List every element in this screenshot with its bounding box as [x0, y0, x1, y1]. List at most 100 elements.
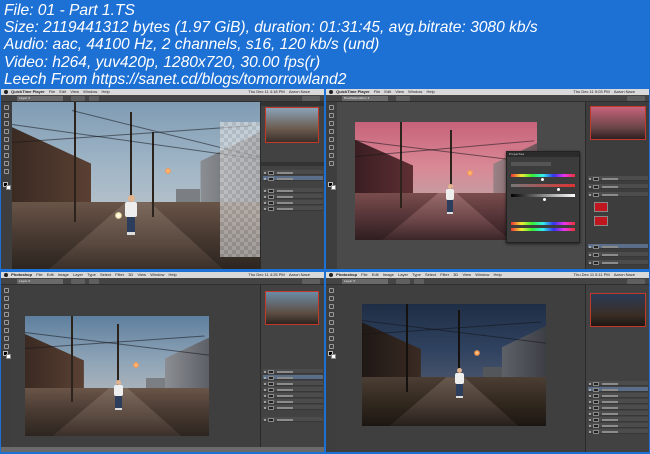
navigator-thumbnail[interactable]: [265, 107, 319, 143]
menu-layer[interactable]: Layer: [398, 272, 408, 277]
document-tab[interactable]: Layer 0: [17, 96, 63, 101]
layer-row[interactable]: [263, 206, 323, 211]
layer-row[interactable]: [588, 399, 648, 404]
menu-3d[interactable]: 3D: [453, 272, 458, 277]
gradient-tool-icon[interactable]: [329, 336, 334, 341]
eye-icon[interactable]: [264, 382, 266, 385]
document-tab[interactable]: Layer 0: [17, 279, 63, 284]
lasso-tool-icon[interactable]: [329, 304, 334, 309]
menu-help[interactable]: Help: [494, 272, 502, 277]
navigator-thumbnail[interactable]: [590, 293, 646, 327]
layer-row[interactable]: [263, 200, 323, 205]
menu-image[interactable]: Image: [383, 272, 394, 277]
options-button[interactable]: [396, 96, 410, 101]
layer-row[interactable]: [588, 192, 648, 197]
eye-icon[interactable]: [264, 171, 266, 174]
navigator-thumbnail[interactable]: [590, 106, 646, 140]
menu-window[interactable]: Window: [83, 89, 97, 94]
gradient-tool-icon[interactable]: [4, 336, 9, 341]
menu-type[interactable]: Type: [412, 272, 421, 277]
layer-row[interactable]: [263, 375, 323, 380]
layer-row[interactable]: [263, 176, 323, 181]
workspace-button[interactable]: [627, 96, 645, 101]
options-button[interactable]: [414, 279, 424, 284]
layer-row[interactable]: [263, 381, 323, 386]
layer-row[interactable]: [588, 381, 648, 386]
layer-row[interactable]: [263, 194, 323, 199]
menu-view[interactable]: View: [137, 272, 146, 277]
menu-type[interactable]: Type: [87, 272, 96, 277]
layer-row[interactable]: [588, 252, 648, 257]
options-button[interactable]: [89, 96, 99, 101]
eye-icon[interactable]: [589, 418, 591, 421]
navigator-panel-title[interactable]: [261, 102, 324, 106]
layer-row[interactable]: [588, 411, 648, 416]
lightness-slider-handle[interactable]: [543, 198, 546, 201]
app-name[interactable]: QuickTime Player: [11, 89, 45, 94]
layer-row[interactable]: [588, 184, 648, 189]
properties-dialog[interactable]: Properties: [506, 151, 580, 243]
eye-icon[interactable]: [589, 382, 591, 385]
saturation-slider-handle[interactable]: [557, 188, 560, 191]
crop-tool-icon[interactable]: [329, 312, 334, 317]
menu-layer[interactable]: Layer: [73, 272, 83, 277]
move-tool-icon[interactable]: [4, 105, 9, 110]
photo-canvas[interactable]: [25, 316, 209, 436]
eye-icon[interactable]: [264, 370, 266, 373]
marquee-tool-icon[interactable]: [329, 113, 334, 118]
app-name[interactable]: Photoshop: [11, 272, 32, 277]
apple-icon[interactable]: [329, 89, 333, 94]
layer-row[interactable]: [263, 417, 323, 422]
layer-row[interactable]: [588, 387, 648, 392]
color-fill-swatch[interactable]: [594, 202, 608, 212]
layer-row[interactable]: [263, 387, 323, 392]
menu-file[interactable]: File: [49, 89, 55, 94]
background-color-swatch[interactable]: [6, 185, 11, 190]
menu-user[interactable]: Aaron Nace: [614, 89, 635, 94]
move-tool-icon[interactable]: [4, 288, 9, 293]
layer-row[interactable]: [588, 260, 648, 265]
eye-icon[interactable]: [589, 430, 591, 433]
color-fill-swatch[interactable]: [594, 216, 608, 226]
menu-user[interactable]: Aaron Nace: [289, 272, 310, 277]
layer-row[interactable]: [263, 399, 323, 404]
move-tool-icon[interactable]: [329, 288, 334, 293]
lightness-slider[interactable]: [511, 194, 575, 197]
menu-file[interactable]: File: [374, 89, 380, 94]
layer-row[interactable]: [588, 417, 648, 422]
type-tool-icon[interactable]: [4, 169, 9, 174]
eye-icon[interactable]: [264, 406, 266, 409]
apple-icon[interactable]: [329, 272, 333, 277]
layer-row[interactable]: [588, 176, 648, 181]
eye-icon[interactable]: [264, 418, 266, 421]
menu-file[interactable]: File: [36, 272, 42, 277]
layer-row[interactable]: [588, 244, 648, 249]
layer-row[interactable]: [588, 423, 648, 428]
gradient-tool-icon[interactable]: [329, 153, 334, 158]
saturation-slider[interactable]: [511, 184, 575, 187]
eye-icon[interactable]: [264, 189, 266, 192]
eye-icon[interactable]: [589, 412, 591, 415]
app-name[interactable]: Photoshop: [336, 272, 357, 277]
menu-edit[interactable]: Edit: [47, 272, 54, 277]
eye-icon[interactable]: [589, 400, 591, 403]
workspace-button[interactable]: [302, 279, 320, 284]
marquee-tool-icon[interactable]: [329, 296, 334, 301]
menu-edit[interactable]: Edit: [384, 89, 391, 94]
hue-slider[interactable]: [511, 174, 575, 177]
eye-icon[interactable]: [589, 424, 591, 427]
menu-select[interactable]: Select: [100, 272, 111, 277]
pen-tool-icon[interactable]: [329, 161, 334, 166]
menu-user[interactable]: Aaron Nace: [289, 89, 310, 94]
app-name[interactable]: QuickTime Player: [336, 89, 370, 94]
options-button[interactable]: [89, 279, 99, 284]
apple-icon[interactable]: [4, 272, 8, 277]
eye-icon[interactable]: [589, 394, 591, 397]
layer-row[interactable]: [263, 188, 323, 193]
eye-icon[interactable]: [264, 388, 266, 391]
menu-window[interactable]: Window: [475, 272, 489, 277]
eye-icon[interactable]: [589, 193, 591, 196]
menu-filter[interactable]: Filter: [440, 272, 449, 277]
brush-tool-icon[interactable]: [4, 137, 9, 142]
eraser-tool-icon[interactable]: [329, 145, 334, 150]
